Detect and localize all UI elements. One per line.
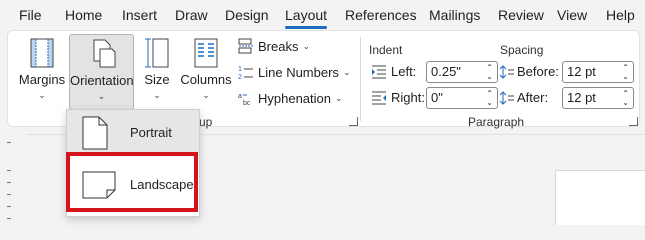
indent-left-value: 0.25"	[431, 64, 461, 79]
chevron-down-icon: ⌄	[335, 92, 343, 103]
paragraph-group-label: Paragraph	[468, 115, 525, 129]
indent-left-input[interactable]: 0.25" ⌃ ⌄	[426, 61, 498, 83]
tab-mailings[interactable]: Mailings	[429, 7, 480, 23]
spacing-before-row: Before:	[500, 64, 559, 79]
tab-help[interactable]: Help	[606, 7, 635, 23]
tab-layout[interactable]: Layout	[285, 7, 327, 23]
chevron-down-icon: ⌄	[202, 90, 210, 100]
portrait-page-icon	[82, 116, 108, 150]
tab-references[interactable]: References	[345, 7, 417, 23]
indent-left-icon	[372, 65, 386, 78]
size-icon	[145, 38, 169, 68]
orientation-icon	[93, 39, 115, 68]
tab-file[interactable]: File	[19, 7, 42, 23]
line-numbers-label: Line Numbers	[258, 64, 339, 80]
group-divider	[360, 37, 361, 121]
orientation-button[interactable]: Orientation ⌄	[69, 34, 134, 110]
line-numbers-button[interactable]: 1 2 Line Numbers ⌄	[238, 61, 350, 83]
line-numbers-icon: 1 2	[238, 66, 253, 80]
breaks-icon	[238, 38, 253, 54]
active-tab-indicator	[285, 26, 327, 29]
spacing-before-value: 12 pt	[567, 64, 596, 79]
spacing-before-icon	[500, 64, 514, 79]
hyphenation-button[interactable]: a bc Hyphenation ⌄	[238, 87, 343, 109]
spacing-after-icon	[500, 90, 514, 105]
page-setup-group-label: up	[199, 115, 213, 129]
spinner-arrows-icon[interactable]: ⌃ ⌄	[622, 89, 629, 107]
tab-review[interactable]: Review	[498, 7, 544, 23]
margins-icon	[30, 38, 54, 68]
spinner-arrows-icon[interactable]: ⌃ ⌄	[486, 89, 493, 107]
chevron-down-icon: ⌄	[342, 66, 351, 77]
portrait-label: Portrait	[130, 125, 172, 140]
indent-right-row: Right:	[371, 90, 425, 105]
spacing-after-value: 12 pt	[567, 90, 596, 105]
size-label: Size	[144, 72, 170, 87]
columns-button[interactable]: Columns ⌄	[179, 34, 233, 109]
hyphenation-icon: a bc	[238, 93, 251, 106]
svg-text:a: a	[238, 93, 242, 100]
landscape-highlight-box	[66, 152, 198, 212]
indent-title: Indent	[369, 43, 403, 57]
page-setup-launcher-icon[interactable]	[349, 117, 358, 126]
tab-draw[interactable]: Draw	[175, 7, 208, 23]
paragraph-launcher-icon[interactable]	[629, 117, 638, 126]
indent-left-row: Left:	[371, 64, 416, 79]
svg-text:bc: bc	[243, 100, 251, 106]
spinner-arrows-icon[interactable]: ⌃ ⌄	[622, 63, 629, 81]
indent-right-value: 0"	[431, 90, 443, 105]
hyphenation-label: Hyphenation	[258, 90, 331, 106]
spacing-before-input[interactable]: 12 pt ⌃ ⌄	[562, 61, 634, 83]
size-button[interactable]: Size ⌄	[140, 34, 174, 109]
chevron-down-icon: ⌄	[97, 91, 106, 101]
portrait-option[interactable]: Portrait	[67, 110, 199, 156]
chevron-down-icon: ⌄	[153, 90, 161, 100]
spacing-title: Spacing	[500, 43, 544, 57]
chevron-down-icon: ⌄	[302, 40, 311, 51]
spacing-before-label: Before:	[517, 64, 559, 79]
spacing-after-row: After:	[500, 90, 548, 105]
columns-icon	[194, 38, 218, 68]
indent-right-input[interactable]: 0" ⌃ ⌄	[426, 87, 498, 109]
vertical-ruler	[0, 134, 26, 225]
tab-view[interactable]: View	[557, 7, 587, 23]
tab-home[interactable]: Home	[65, 7, 102, 23]
orientation-label: Orientation	[70, 73, 134, 88]
svg-text:2: 2	[238, 74, 242, 80]
indent-right-icon	[372, 91, 386, 104]
spinner-arrows-icon[interactable]: ⌃ ⌄	[486, 63, 493, 81]
chevron-down-icon: ⌄	[38, 90, 46, 100]
tab-design[interactable]: Design	[225, 7, 269, 23]
ribbon-tabs: File Home Insert Draw Design Layout Refe…	[0, 0, 645, 30]
breaks-button[interactable]: Breaks ⌄	[238, 35, 310, 57]
svg-text:1: 1	[238, 66, 242, 73]
breaks-label: Breaks	[258, 38, 299, 54]
spacing-after-label: After:	[517, 90, 549, 105]
spacing-after-input[interactable]: 12 pt ⌃ ⌄	[562, 87, 634, 109]
indent-left-label: Left:	[391, 64, 417, 79]
document-page[interactable]	[555, 170, 645, 225]
tab-insert[interactable]: Insert	[122, 7, 157, 23]
margins-label: Margins	[18, 72, 66, 87]
columns-label: Columns	[180, 72, 232, 87]
margins-button[interactable]: Margins ⌄	[14, 34, 70, 109]
indent-right-label: Right:	[391, 90, 425, 105]
